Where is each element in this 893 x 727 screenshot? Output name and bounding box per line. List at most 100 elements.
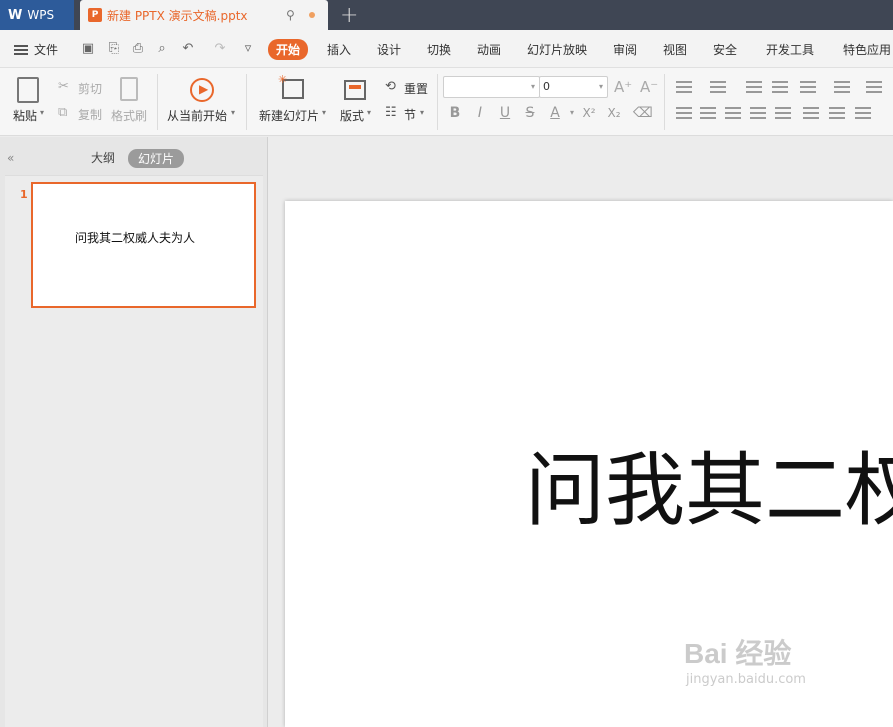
columns-icon[interactable] [866,78,882,94]
file-menu-button[interactable]: 文件 [14,41,58,58]
new-slide-icon[interactable]: ✳ [278,73,304,99]
format-painter-icon [120,77,138,101]
ribbon-separator [437,74,438,130]
document-tab[interactable]: P 新建 PPTX 演示文稿.pptx ⚲ [80,0,328,30]
clear-format-icon[interactable]: ⌫ [633,104,653,122]
menu-bar: 文件 ▣ ⎘ ⎙ ⌕ ↶ ↷ ▿ 开始 插入 设计 切换 动画 幻灯片放映 审阅… [0,30,893,68]
section-dropdown-icon[interactable]: ▾ [420,108,424,117]
paste-icon[interactable] [17,77,39,103]
wps-tab-label: WPS [27,8,55,22]
start-dropdown-icon[interactable]: ▾ [231,108,235,117]
font-size-dropdown-icon[interactable]: ▾ [599,77,603,97]
font-color-icon[interactable]: A [546,104,564,122]
paste-dropdown-icon[interactable]: ▾ [40,108,44,117]
tab-insert[interactable]: 插入 [327,41,351,58]
align-left-icon[interactable] [676,104,692,120]
paragraph-spacing-icon[interactable] [829,104,845,120]
font-color-dropdown-icon[interactable]: ▾ [563,104,581,122]
collapse-panel-icon[interactable]: « [7,151,14,165]
layout-icon[interactable] [344,80,366,100]
document-tab-title: 新建 PPTX 演示文稿.pptx [107,8,248,23]
copy-icon: ⧉ [58,105,68,120]
print-preview-icon[interactable]: ⌕ [154,41,170,57]
font-name-combo[interactable]: ▾ [443,76,540,98]
italic-icon[interactable]: I [471,104,489,122]
cut-button[interactable]: 剪切 [78,80,102,97]
layout-dropdown-icon[interactable]: ▾ [367,108,371,117]
tab-design[interactable]: 设计 [377,41,401,58]
tab-transitions[interactable]: 切换 [427,41,451,58]
ribbon-separator [157,74,158,130]
title-bar: W WPS P 新建 PPTX 演示文稿.pptx ⚲ + [0,0,893,30]
underline-icon[interactable]: U [496,104,514,122]
tab-outline[interactable]: 大纲 [91,149,115,166]
section-icon: ☷ [385,105,397,120]
pin-icon[interactable]: ⚲ [286,8,296,22]
distributed-icon[interactable] [775,104,791,120]
tab-view[interactable]: 视图 [663,41,687,58]
unsaved-dot-icon [309,12,315,18]
format-painter-button[interactable]: 格式刷 [111,107,147,124]
watermark-url: jingyan.baidu.com [686,672,806,687]
bullet-list-icon[interactable] [676,78,692,94]
undo-icon[interactable]: ↶ [180,41,196,57]
thumbnail-title: 问我其二权威人夫为人 [75,231,196,245]
print-icon[interactable]: ⎙ [130,41,146,57]
hamburger-icon [14,44,28,55]
scissors-icon: ✂ [58,79,69,94]
baidu-watermark: Bai 经验 jingyan.baidu.com [684,632,806,687]
ribbon-separator [664,74,665,130]
justify-icon[interactable] [750,104,766,120]
spacing-options-icon[interactable] [855,104,871,120]
tab-home[interactable]: 开始 [268,39,309,60]
font-size-combo[interactable]: 0 ▾ [539,76,608,98]
font-size-value: 0 [543,80,550,93]
save-icon[interactable]: ▣ [80,41,96,57]
subscript-icon[interactable]: X₂ [605,104,623,122]
slide-title-text[interactable]: 问我其二权威人夫为人 [525,451,893,531]
align-right-icon[interactable] [725,104,741,120]
watermark-main: Bai 经验 [684,638,792,669]
superscript-icon[interactable]: X² [580,104,598,122]
tab-slides[interactable]: 幻灯片 [128,149,185,168]
tab-slideshow[interactable]: 幻灯片放映 [527,41,587,58]
new-tab-button[interactable]: + [340,3,358,28]
tab-security[interactable]: 安全 [713,41,737,58]
new-slide-dropdown-icon[interactable]: ▾ [322,108,326,117]
redo-icon[interactable]: ↷ [212,41,228,57]
copy-button[interactable]: 复制 [78,106,102,123]
font-name-dropdown-icon[interactable]: ▾ [531,77,535,97]
quick-access-dropdown-icon[interactable]: ▿ [240,41,256,57]
bold-icon[interactable]: B [446,104,464,122]
align-text-icon[interactable] [834,78,850,94]
tab-animations[interactable]: 动画 [477,41,501,58]
presentation-file-icon: P [88,8,102,22]
play-from-current-icon[interactable]: ▶ [190,78,214,102]
text-direction-icon[interactable] [800,78,816,94]
section-button[interactable]: 节 [404,106,416,123]
layout-button[interactable]: 版式 [340,107,364,124]
wps-home-tab[interactable]: W WPS [0,0,74,30]
numbered-list-icon[interactable] [710,78,726,94]
decrease-indent-icon[interactable] [746,78,762,94]
line-spacing-icon[interactable] [803,104,819,120]
reset-button[interactable]: 重置 [404,80,428,97]
tab-review[interactable]: 审阅 [613,41,637,58]
align-center-icon[interactable] [700,104,716,120]
strikethrough-icon[interactable]: S [521,104,539,122]
increase-indent-icon[interactable] [772,78,788,94]
tab-developer[interactable]: 开发工具 [766,41,814,58]
ribbon: 粘贴 ▾ ✂ 剪切 ⧉ 复制 格式刷 ▶ 从当前开始 ▾ ✳ 新建幻灯片 ▾ 版… [0,68,893,136]
wps-logo-icon: W [8,7,23,23]
new-slide-button[interactable]: 新建幻灯片 [259,107,319,124]
ribbon-separator [246,74,247,130]
reset-icon: ⟲ [385,79,396,94]
increase-font-icon[interactable]: A⁺ [614,78,632,96]
start-from-current-button[interactable]: 从当前开始 [167,107,227,124]
slide-thumbnail[interactable]: 问我其二权威人夫为人 [31,182,256,308]
tab-special-apps[interactable]: 特色应用 [843,41,891,58]
decrease-font-icon[interactable]: A⁻ [640,78,658,96]
export-icon[interactable]: ⎘ [106,41,122,57]
file-menu-label: 文件 [34,43,59,57]
paste-button[interactable]: 粘贴 [13,107,37,124]
